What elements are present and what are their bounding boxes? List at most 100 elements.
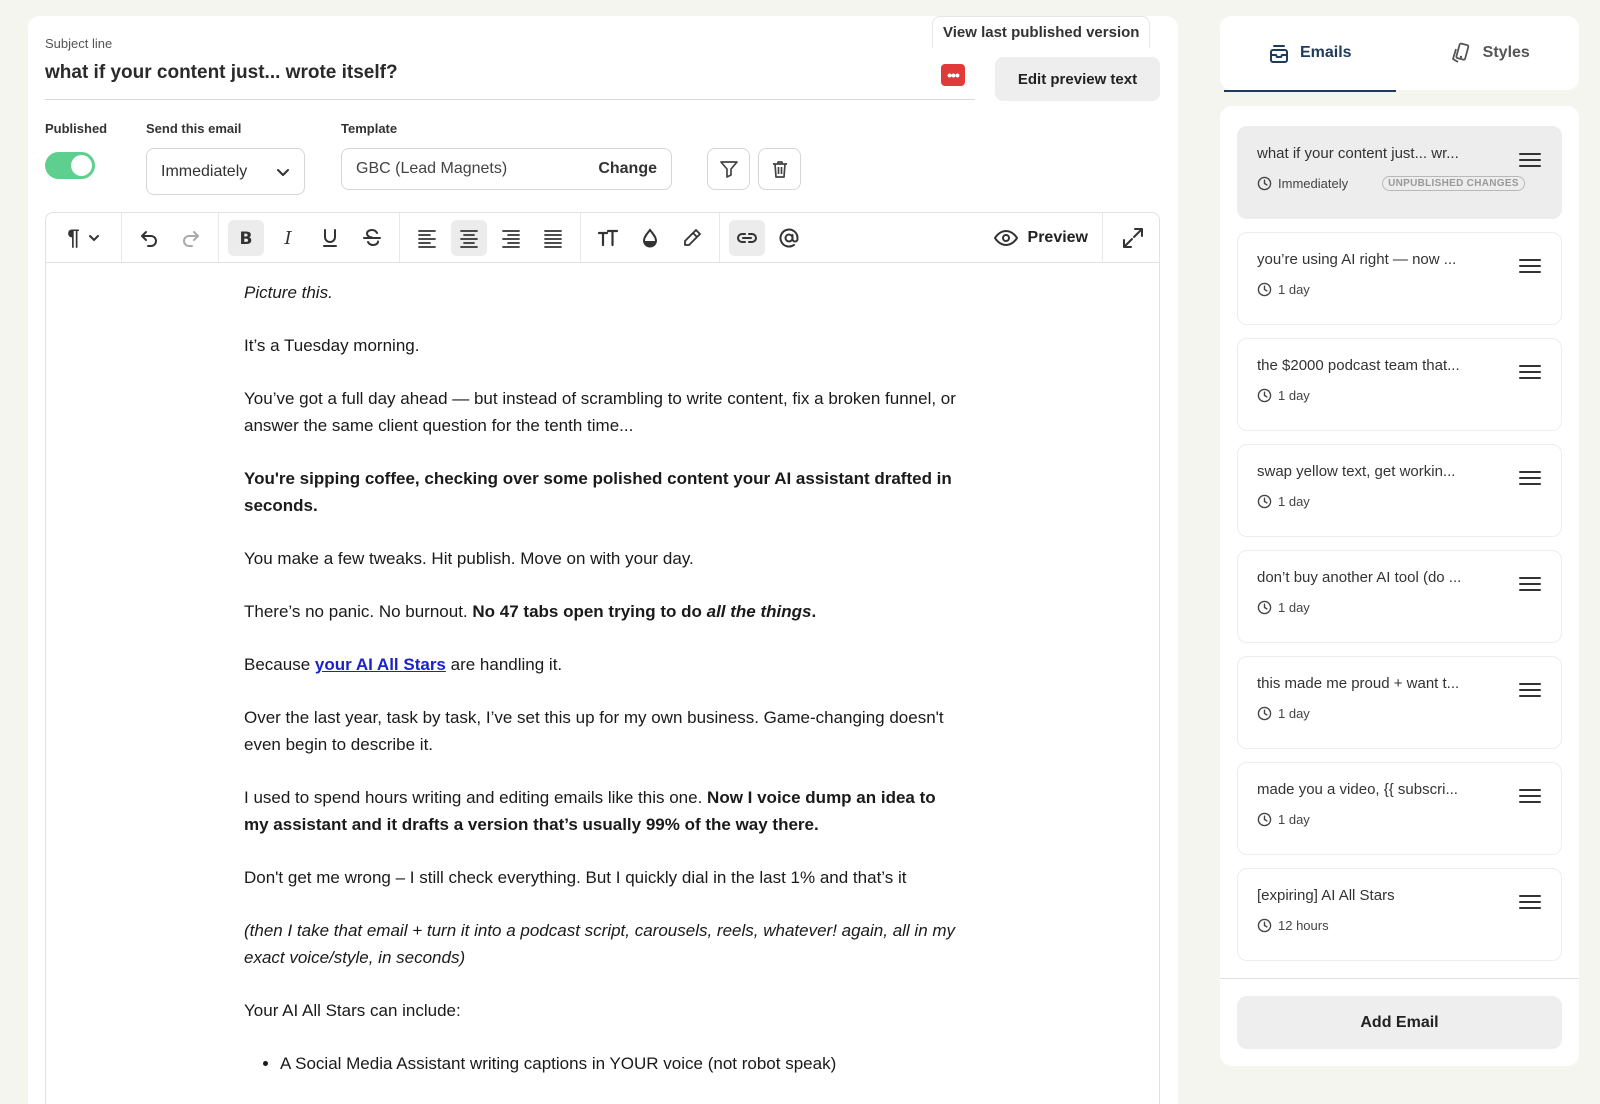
email-list-panel: what if your content just... wr... Immed…	[1220, 106, 1579, 1066]
clock-icon	[1257, 282, 1272, 297]
subject-line-text[interactable]: what if your content just... wrote itsel…	[45, 60, 975, 86]
redo-icon	[183, 230, 199, 247]
drag-handle-icon[interactable]	[1519, 151, 1541, 169]
email-list-item[interactable]: swap yellow text, get workin... 1 day	[1237, 444, 1562, 537]
email-meta: 1 day	[1257, 600, 1543, 615]
italic-button[interactable]: I	[270, 220, 306, 256]
template-change-button[interactable]: Change	[598, 160, 657, 178]
rich-text-editor: ¶ B I Preview Picture this. It’s a Tuesd…	[45, 212, 1160, 1104]
preview-button[interactable]: Preview	[993, 213, 1103, 263]
highlight-button[interactable]	[674, 220, 710, 256]
drag-handle-icon[interactable]	[1519, 681, 1541, 699]
link-button[interactable]	[729, 219, 765, 256]
strikethrough-button[interactable]	[354, 220, 390, 256]
align-center-icon	[460, 229, 478, 248]
email-meta: Immediately UNPUBLISHED CHANGES	[1257, 176, 1543, 191]
published-toggle[interactable]	[45, 152, 95, 179]
drag-handle-icon[interactable]	[1519, 363, 1541, 381]
clock-icon	[1257, 706, 1272, 721]
body-paragraph: Picture this.	[244, 283, 333, 302]
format-group: B I	[219, 213, 400, 262]
palette-icon	[1451, 42, 1469, 63]
expand-button[interactable]	[1121, 226, 1145, 255]
history-group	[122, 213, 219, 262]
mention-button[interactable]	[771, 220, 807, 256]
delete-button[interactable]	[758, 148, 801, 190]
drag-handle-icon[interactable]	[1519, 893, 1541, 911]
toggle-knob	[71, 155, 92, 176]
trash-icon	[772, 161, 787, 178]
clock-icon	[1257, 600, 1272, 615]
body-paragraph: You’ve got a full day ahead — but instea…	[244, 389, 956, 435]
clock-icon	[1257, 388, 1272, 403]
subject-line-field[interactable]: what if your content just... wrote itsel…	[45, 60, 975, 100]
template-selector[interactable]: GBC (Lead Magnets) Change	[341, 148, 672, 190]
body-paragraph: Because your AI All Stars are handling i…	[244, 655, 563, 674]
align-left-button[interactable]	[409, 220, 445, 256]
email-list-item[interactable]: don’t buy another AI tool (do ... 1 day	[1237, 550, 1562, 643]
align-justify-button[interactable]	[535, 220, 571, 256]
email-list-item[interactable]: what if your content just... wr... Immed…	[1237, 126, 1562, 219]
email-title: made you a video, {{ subscri...	[1257, 781, 1458, 798]
send-timing-select[interactable]: Immediately	[146, 148, 305, 195]
tab-emails[interactable]: Emails	[1220, 16, 1400, 92]
text-color-button[interactable]	[632, 220, 668, 256]
align-center-button[interactable]	[451, 219, 487, 256]
drag-handle-icon[interactable]	[1519, 257, 1541, 275]
undo-button[interactable]	[131, 220, 167, 256]
filter-button[interactable]	[707, 148, 750, 190]
email-list-item[interactable]: the $2000 podcast team that... 1 day	[1237, 338, 1562, 431]
body-list: A Social Media Assistant writing caption…	[280, 1050, 964, 1077]
color-drop-icon	[642, 227, 658, 247]
email-title: swap yellow text, get workin...	[1257, 463, 1456, 480]
inbox-icon	[1269, 45, 1288, 63]
clock-icon	[1257, 494, 1272, 509]
email-list-item[interactable]: [expiring] AI All Stars 12 hours	[1237, 868, 1562, 961]
add-email-button[interactable]: Add Email	[1237, 996, 1562, 1049]
tab-emails-label: Emails	[1299, 44, 1352, 61]
strikethrough-icon	[363, 228, 381, 246]
drag-handle-icon[interactable]	[1519, 787, 1541, 805]
ai-all-stars-link[interactable]: your AI All Stars	[315, 655, 446, 674]
drag-handle-icon[interactable]	[1519, 575, 1541, 593]
bold-button[interactable]: B	[228, 219, 264, 256]
email-list-item[interactable]: this made me proud + want t... 1 day	[1237, 656, 1562, 749]
email-timing: 12 hours	[1278, 918, 1329, 933]
font-size-button[interactable]	[590, 220, 626, 256]
undo-icon	[141, 230, 157, 247]
underline-icon	[323, 228, 337, 247]
email-title: the $2000 podcast team that...	[1257, 357, 1460, 374]
view-last-published-button[interactable]: View last published version	[932, 16, 1151, 48]
align-right-button[interactable]	[493, 220, 529, 256]
tab-styles[interactable]: Styles	[1400, 16, 1580, 90]
paragraph-style-dropdown[interactable]: ¶	[46, 213, 122, 262]
body-paragraph: Don't get me wrong – I still check every…	[244, 868, 907, 887]
clock-icon	[1257, 812, 1272, 827]
chevron-down-icon	[88, 234, 99, 241]
drag-handle-icon[interactable]	[1519, 469, 1541, 487]
email-title: [expiring] AI All Stars	[1257, 887, 1395, 904]
body-paragraph: It’s a Tuesday morning.	[244, 336, 420, 355]
email-list-item[interactable]: you’re using AI right — now ... 1 day	[1237, 232, 1562, 325]
email-timing: 1 day	[1278, 812, 1310, 827]
align-justify-icon	[544, 229, 562, 248]
email-meta: 1 day	[1257, 388, 1543, 403]
align-right-icon	[502, 229, 520, 248]
ai-assist-icon[interactable]: •••	[941, 64, 965, 86]
email-meta: 12 hours	[1257, 918, 1543, 933]
underline-button[interactable]	[312, 220, 348, 256]
email-body[interactable]: Picture this. It’s a Tuesday morning. Yo…	[244, 279, 964, 1087]
chevron-down-icon	[277, 168, 289, 176]
style-group	[581, 213, 720, 262]
email-meta: 1 day	[1257, 282, 1543, 297]
font-size-icon	[597, 229, 619, 246]
redo-button[interactable]	[173, 220, 209, 256]
highlighter-icon	[684, 228, 701, 246]
edit-preview-text-button[interactable]: Edit preview text	[995, 57, 1160, 101]
email-timing: 1 day	[1278, 494, 1310, 509]
clock-icon	[1257, 176, 1272, 191]
email-list-item[interactable]: made you a video, {{ subscri... 1 day	[1237, 762, 1562, 855]
eye-icon	[993, 229, 1018, 247]
template-label: Template	[341, 121, 398, 136]
email-meta: 1 day	[1257, 812, 1543, 827]
